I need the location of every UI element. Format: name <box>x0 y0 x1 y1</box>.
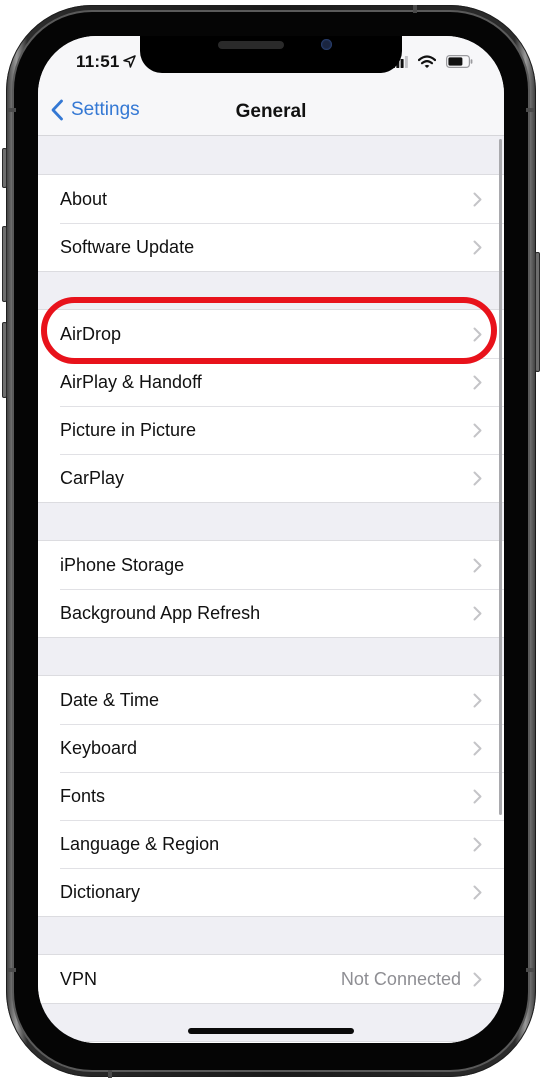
chevron-right-icon <box>473 789 482 803</box>
chevron-right-icon <box>473 423 482 437</box>
row-software-update[interactable]: Software Update <box>38 223 504 271</box>
volume-up-button <box>2 226 7 302</box>
chevron-right-icon <box>473 693 482 707</box>
settings-group-5: VPN Not Connected <box>38 954 504 1004</box>
row-label: AirPlay & Handoff <box>60 371 202 392</box>
notch <box>140 36 402 73</box>
scroll-indicator[interactable] <box>499 139 502 815</box>
chevron-right-icon <box>473 471 482 485</box>
settings-group-2: AirDrop AirPlay & Handoff Picture in Pic… <box>38 309 504 503</box>
chevron-right-icon <box>473 972 482 986</box>
antenna-band <box>413 5 417 13</box>
chevron-right-icon <box>473 327 482 341</box>
row-iphone-storage[interactable]: iPhone Storage <box>38 541 504 589</box>
vpn-status-value: Not Connected <box>340 968 461 989</box>
row-background-app-refresh[interactable]: Background App Refresh <box>38 589 504 637</box>
row-airplay-handoff[interactable]: AirPlay & Handoff <box>38 358 504 406</box>
navigation-bar: Settings General <box>38 86 504 136</box>
row-label: Software Update <box>60 236 195 257</box>
chevron-right-icon <box>473 606 482 620</box>
row-carplay[interactable]: CarPlay <box>38 454 504 502</box>
settings-group-6-partial <box>38 1041 504 1043</box>
battery-icon <box>446 55 473 68</box>
row-label: Picture in Picture <box>60 419 197 440</box>
settings-group-3: iPhone Storage Background App Refresh <box>38 540 504 638</box>
row-picture-in-picture[interactable]: Picture in Picture <box>38 406 504 454</box>
earpiece-speaker <box>218 41 284 49</box>
row-label: Date & Time <box>60 689 160 710</box>
row-label: AirDrop <box>60 323 122 344</box>
row-about[interactable]: About <box>38 175 504 223</box>
chevron-right-icon <box>473 375 482 389</box>
row-label: VPN <box>60 968 98 989</box>
chevron-right-icon <box>473 741 482 755</box>
row-label: Fonts <box>60 785 106 806</box>
volume-down-button <box>2 322 7 398</box>
chevron-right-icon <box>473 837 482 851</box>
wifi-icon <box>418 55 436 68</box>
row-date-time[interactable]: Date & Time <box>38 676 504 724</box>
settings-list: About Software Update AirDrop AirPlay & … <box>38 137 504 1043</box>
front-camera <box>321 39 332 50</box>
row-label: Keyboard <box>60 737 138 758</box>
location-arrow-icon <box>123 55 136 68</box>
row-label: Dictionary <box>60 881 141 902</box>
side-button <box>535 252 540 372</box>
screen: 11:51 Settings General About Software Up… <box>38 36 504 1043</box>
row-label: CarPlay <box>60 467 125 488</box>
row-label: iPhone Storage <box>60 554 185 575</box>
row-label: Background App Refresh <box>60 602 261 623</box>
row-label: About <box>60 188 108 209</box>
settings-group-1: About Software Update <box>38 174 504 272</box>
chevron-right-icon <box>473 885 482 899</box>
silent-switch <box>2 148 7 188</box>
antenna-band <box>8 968 16 972</box>
row-label: Language & Region <box>60 833 220 854</box>
row-airdrop[interactable]: AirDrop <box>38 310 504 358</box>
settings-group-4: Date & Time Keyboard Fonts Language & Re… <box>38 675 504 917</box>
status-time: 11:51 <box>76 52 120 71</box>
antenna-band <box>108 1070 112 1078</box>
row-language-region[interactable]: Language & Region <box>38 820 504 868</box>
antenna-band <box>526 968 534 972</box>
chevron-right-icon <box>473 558 482 572</box>
chevron-right-icon <box>473 192 482 206</box>
row-vpn[interactable]: VPN Not Connected <box>38 955 504 1003</box>
row-dictionary[interactable]: Dictionary <box>38 868 504 916</box>
chevron-right-icon <box>473 240 482 254</box>
antenna-band <box>526 108 534 112</box>
home-indicator[interactable] <box>188 1028 354 1034</box>
page-title: General <box>235 101 307 122</box>
row-fonts[interactable]: Fonts <box>38 772 504 820</box>
antenna-band <box>8 108 16 112</box>
row-keyboard[interactable]: Keyboard <box>38 724 504 772</box>
